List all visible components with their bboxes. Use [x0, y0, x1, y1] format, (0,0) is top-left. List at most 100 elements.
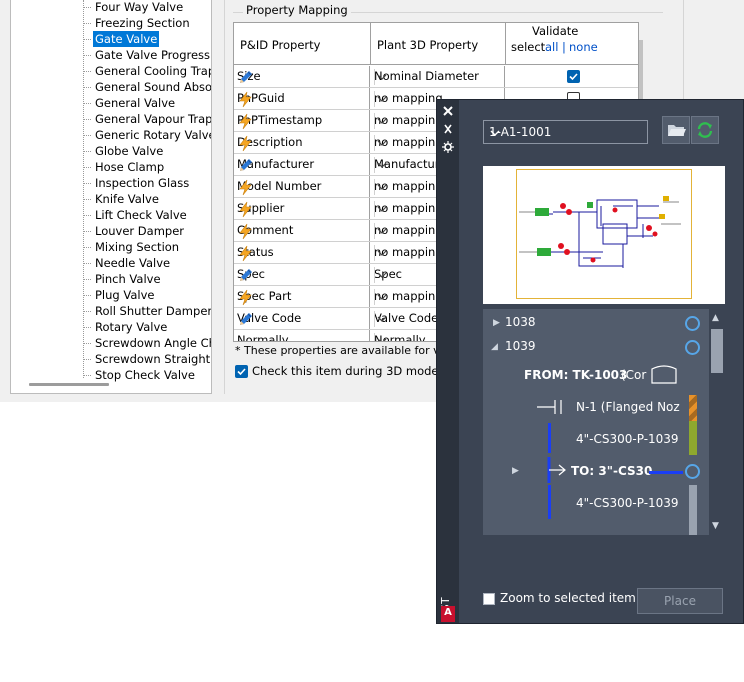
refresh-icon	[697, 122, 713, 138]
lightning-icon[interactable]	[237, 91, 254, 108]
pencil-icon[interactable]	[237, 267, 254, 284]
palette-side-bar: P&ID LINE LIST A	[437, 100, 459, 682]
chevron-down-icon	[374, 179, 388, 195]
to-line-label[interactable]: TO: 3"-CS30	[571, 464, 652, 478]
tree-item[interactable]: Screwdown Straight	[82, 351, 211, 367]
lightning-icon[interactable]	[237, 179, 254, 196]
nozzle-n1[interactable]: N-1 (Flanged Noz	[576, 400, 680, 414]
tree-item[interactable]: Freezing Section	[83, 15, 192, 31]
chevron-down-icon	[374, 245, 388, 261]
open-folder-button[interactable]	[662, 116, 690, 144]
chevron-down-icon	[374, 157, 388, 173]
chevron-down-icon	[374, 223, 388, 239]
chevron-down-icon	[489, 124, 642, 142]
tree-item[interactable]: Needle Valve	[82, 255, 172, 271]
chevron-down-icon	[374, 201, 388, 217]
tree-item[interactable]: Stop Check Valve	[83, 367, 197, 383]
tree-horizontal-scrollbar[interactable]	[29, 383, 109, 386]
collapse-1039-icon[interactable]: ◢	[491, 342, 498, 352]
plant3d-property-dropdown[interactable]: Nominal Diameter	[371, 66, 505, 87]
tree-item[interactable]: Generic Rotary Valve	[83, 127, 211, 143]
tree-item[interactable]: Gate Valve	[82, 31, 160, 47]
line-4in-cs300-p-1039-a[interactable]: 4"-CS300-P-1039	[576, 432, 679, 446]
tree-item[interactable]: Rotary Valve	[82, 319, 169, 335]
tree-item[interactable]: General Vapour Trap	[82, 111, 211, 127]
chevron-down-icon	[374, 135, 388, 151]
tree-item[interactable]: Globe Valve	[82, 143, 165, 159]
preview-drawing-graphic	[519, 196, 681, 268]
tree-item[interactable]: Knife Valve	[83, 191, 161, 207]
pencil-icon[interactable]	[237, 69, 254, 86]
select-none-link[interactable]: none	[569, 40, 598, 54]
pid-property-cell: Model Number	[234, 176, 370, 197]
tree-item[interactable]: Louver Damper	[82, 223, 186, 239]
lightning-icon[interactable]	[237, 245, 254, 262]
drawing-select[interactable]: 1-A1-1001	[483, 120, 648, 144]
line-connector-icon	[547, 457, 566, 483]
tree-item[interactable]: General Cooling Trap	[82, 63, 211, 79]
pid-property-cell: Size	[234, 66, 370, 87]
properties-icon[interactable]	[442, 141, 454, 153]
tree-item[interactable]: Inspection Glass	[82, 175, 191, 191]
header-validate-label: Validate	[532, 24, 579, 38]
line-list-tree[interactable]: ▶ 1038 ◢ 1039 FROM: TK-1003 (Cor N-1 (Fl…	[483, 309, 725, 535]
check-during-3d-checkbox[interactable]	[235, 365, 248, 378]
scroll-up-icon[interactable]: ▲	[712, 313, 719, 323]
pid-line-list-palette: P&ID LINE LIST A 1-A1-1001 ▶ 1038 ◢ 1039…	[436, 99, 744, 682]
close-icon[interactable]	[442, 105, 454, 117]
auto-hide-icon[interactable]	[442, 123, 454, 135]
autocad-logo: A	[441, 606, 455, 622]
window-background	[0, 0, 10, 394]
header-pid-property[interactable]: P&ID Property	[234, 23, 371, 65]
chevron-down-icon	[374, 113, 388, 129]
tree-item[interactable]: Mixing Section	[82, 239, 181, 255]
validate-checkbox[interactable]	[567, 70, 580, 83]
line-4in-cs300-p-1039-b[interactable]: 4"-CS300-P-1039	[576, 496, 679, 510]
pid-property-cell: Spec	[234, 264, 370, 285]
tree-item[interactable]: Gate Valve Progressi	[82, 47, 211, 63]
pencil-icon[interactable]	[237, 311, 254, 328]
window-bottom-edge	[0, 394, 436, 402]
header-plant3d-property[interactable]: Plant 3D Property	[371, 23, 506, 65]
expand-1038-icon[interactable]: ▶	[493, 318, 500, 328]
validate-cell	[506, 66, 638, 87]
select-label: select	[511, 40, 546, 54]
pid-property-cell: PnPGuid	[234, 88, 370, 109]
lightning-icon[interactable]	[237, 289, 254, 306]
lightning-icon[interactable]	[237, 223, 254, 240]
status-strip-grey	[689, 485, 697, 535]
tree-item[interactable]: General Valve	[82, 95, 177, 111]
tree-item[interactable]: Lift Check Valve	[83, 207, 189, 223]
node-1039[interactable]: 1039	[505, 339, 536, 353]
expand-to-icon[interactable]: ▶	[512, 466, 519, 476]
tree-item[interactable]: Hose Clamp	[82, 159, 166, 175]
scroll-down-icon[interactable]: ▼	[712, 521, 719, 531]
splitter[interactable]	[212, 0, 224, 394]
tree-item[interactable]: Four Way Valve	[82, 0, 185, 15]
tree-item[interactable]: General Sound Abso	[82, 79, 211, 95]
place-button[interactable]: Place	[637, 588, 723, 614]
tree-item[interactable]: Pinch Valve	[83, 271, 163, 287]
lightning-icon[interactable]	[237, 135, 254, 152]
select-all-link[interactable]: all	[545, 40, 558, 54]
drawing-preview[interactable]	[483, 166, 725, 304]
tree-item[interactable]: Plug Valve	[82, 287, 156, 303]
chevron-down-icon	[374, 69, 388, 85]
valve-type-tree[interactable]: Four Way Valve Freezing Section Gate Valve…	[10, 0, 212, 394]
from-tank-label[interactable]: FROM: TK-1003	[524, 368, 627, 382]
pid-property-cell: Manufacturer	[234, 154, 370, 175]
status-ring-1039-icon	[685, 340, 700, 355]
lightning-icon[interactable]	[237, 113, 254, 130]
pid-property-cell: Description	[234, 132, 370, 153]
tree-item[interactable]: Roll Shutter Damper	[82, 303, 211, 319]
tree-item[interactable]: Screwdown Angle Ch	[83, 335, 211, 351]
chevron-down-icon	[374, 267, 388, 283]
pencil-icon[interactable]	[237, 157, 254, 174]
zoom-to-selected-checkbox[interactable]	[483, 593, 495, 605]
refresh-button[interactable]	[691, 116, 719, 144]
node-1038[interactable]: 1038	[505, 315, 536, 329]
line-tree-scroll-thumb[interactable]	[711, 329, 723, 373]
lightning-icon[interactable]	[237, 201, 254, 218]
pid-property-cell: Supplier	[234, 198, 370, 219]
pid-property-cell: Spec Part	[234, 286, 370, 307]
